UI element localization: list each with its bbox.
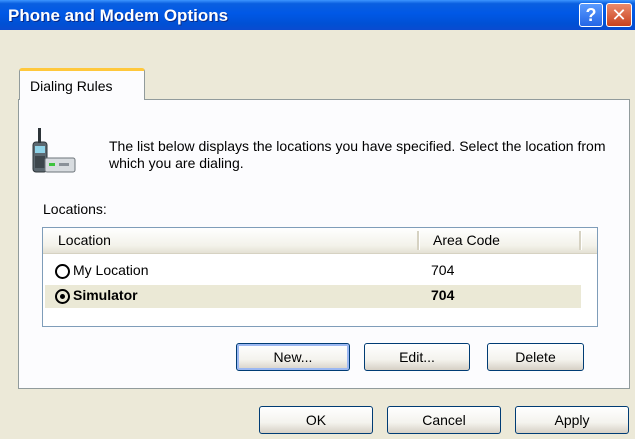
column-divider[interactable] xyxy=(579,231,582,250)
help-button[interactable]: ? xyxy=(579,3,603,27)
column-divider[interactable] xyxy=(417,231,420,250)
radio-checked-icon[interactable] xyxy=(55,289,70,304)
title-bar[interactable]: Phone and Modem Options ? ✕ xyxy=(0,0,635,30)
column-header-area-code[interactable]: Area Code xyxy=(433,232,500,248)
radio-icon[interactable] xyxy=(55,264,70,279)
location-name: My Location xyxy=(73,262,149,278)
close-button[interactable]: ✕ xyxy=(606,3,632,27)
apply-button[interactable]: Apply xyxy=(515,406,629,434)
column-header-location[interactable]: Location xyxy=(58,232,111,248)
list-item-simulator[interactable]: Simulator 704 xyxy=(45,285,581,308)
list-item-my-location[interactable]: My Location 704 xyxy=(45,260,581,283)
description-text: The list below displays the locations yo… xyxy=(109,138,606,171)
ok-button[interactable]: OK xyxy=(259,406,373,434)
new-button[interactable]: New... xyxy=(236,343,350,371)
locations-label: Locations: xyxy=(43,201,107,217)
tab-label: Dialing Rules xyxy=(30,78,113,94)
location-name: Simulator xyxy=(73,287,138,303)
tab-dialing-rules[interactable]: Dialing Rules xyxy=(19,68,145,100)
locations-list[interactable]: Location Area Code My Location 704 Simul… xyxy=(42,227,598,327)
area-code: 704 xyxy=(431,287,455,303)
edit-button[interactable]: Edit... xyxy=(364,343,470,371)
area-code: 704 xyxy=(431,262,455,278)
cancel-button[interactable]: Cancel xyxy=(387,406,501,434)
phone-modem-icon xyxy=(32,128,76,173)
delete-button[interactable]: Delete xyxy=(487,343,584,371)
window-title: Phone and Modem Options xyxy=(8,6,229,25)
list-header: Location Area Code xyxy=(43,228,597,254)
